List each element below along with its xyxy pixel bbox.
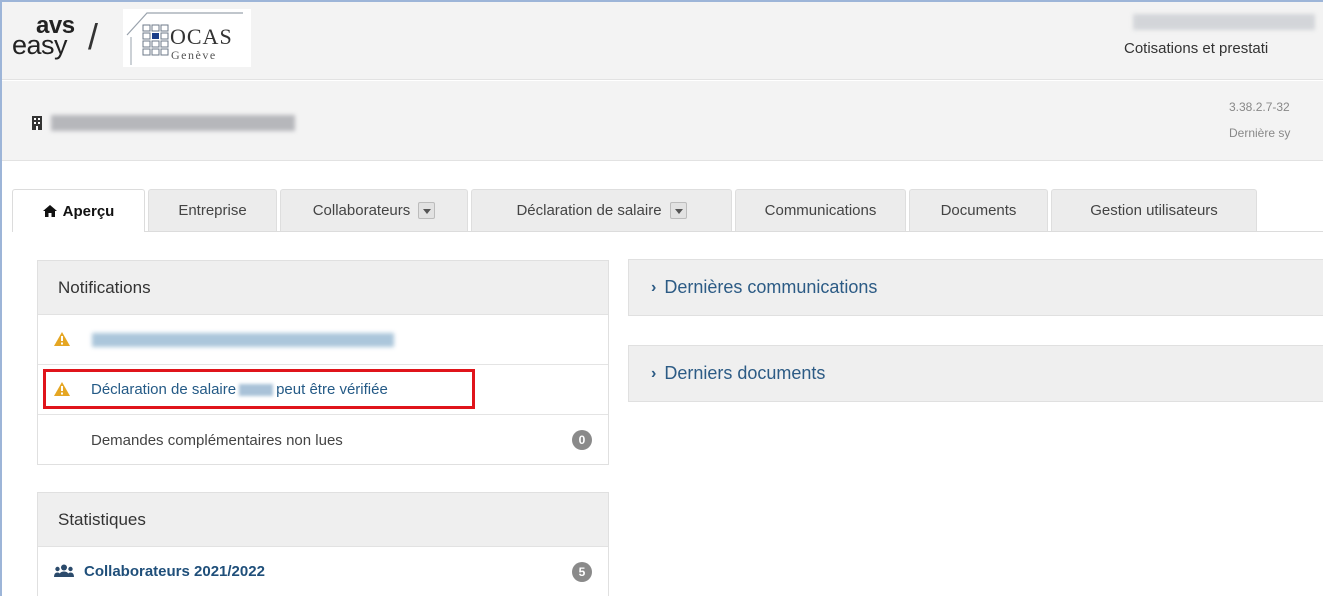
ocas-logo-text: OCAS xyxy=(170,24,233,49)
app-header: avs easy / OCAS Genève Cotisations et pr… xyxy=(2,2,1323,80)
tab-label: Documents xyxy=(940,202,1017,219)
panel-title: Derniers documents xyxy=(664,363,826,383)
building-icon xyxy=(32,116,42,130)
statistics-header: Statistiques xyxy=(38,493,608,547)
tab-label: Déclaration de salaire xyxy=(516,202,662,219)
notification-text-redacted[interactable] xyxy=(92,333,394,347)
statistics-item[interactable]: Collaborateurs 2021/2022 5 xyxy=(38,547,608,596)
app-window: avs easy / OCAS Genève Cotisations et pr… xyxy=(0,0,1323,596)
tab-entreprise[interactable]: Entreprise xyxy=(148,189,277,231)
notification-label: Demandes complémentaires non lues xyxy=(91,432,343,449)
tab-label: Entreprise xyxy=(178,202,247,219)
logo-separator: / xyxy=(88,16,99,57)
users-icon xyxy=(54,564,74,577)
tab-label: Communications xyxy=(764,202,877,219)
notifications-panel: Notifications Déclaration de salaire peut… xyxy=(37,260,609,465)
chevron-down-icon[interactable] xyxy=(418,202,436,219)
tab-communications[interactable]: Communications xyxy=(735,189,906,231)
header-subtitle: Cotisations et prestati xyxy=(1124,40,1269,57)
ocas-geneve-logo[interactable]: OCAS Genève xyxy=(123,9,251,67)
latest-communications-panel[interactable]: › Dernières communications xyxy=(628,259,1323,316)
tab-collaborateurs[interactable]: Collaborateurs xyxy=(280,189,468,231)
avs-easy-logo[interactable]: avs easy xyxy=(12,8,92,70)
tab-gestion-utilisateurs[interactable]: Gestion utilisateurs xyxy=(1051,189,1257,231)
notification-item[interactable]: Demandes complémentaires non lues 0 xyxy=(38,415,608,465)
chevron-right-icon: › xyxy=(651,364,657,382)
tab-apercu[interactable]: Aperçu xyxy=(12,189,145,232)
warning-icon xyxy=(54,332,70,346)
tab-documents[interactable]: Documents xyxy=(909,189,1048,231)
tab-label: Gestion utilisateurs xyxy=(1090,202,1218,219)
user-name-redacted xyxy=(1133,14,1315,30)
count-badge: 0 xyxy=(572,430,592,450)
collaborateurs-stat-link[interactable]: Collaborateurs 2021/2022 xyxy=(84,563,265,580)
tab-declaration-salaire[interactable]: Déclaration de salaire xyxy=(471,189,732,231)
tabs-divider xyxy=(12,231,1323,232)
notifications-header: Notifications xyxy=(38,261,608,315)
ocas-logo-city: Genève xyxy=(171,48,217,62)
app-version: 3.38.2.7-32 xyxy=(1229,100,1290,114)
panel-title: Dernières communications xyxy=(664,277,878,297)
tab-label: Collaborateurs xyxy=(312,202,411,219)
latest-documents-panel[interactable]: › Derniers documents xyxy=(628,345,1323,402)
highlight-annotation xyxy=(43,369,475,409)
chevron-down-icon[interactable] xyxy=(669,202,687,219)
tab-label: Aperçu xyxy=(62,202,115,220)
logo-easy-text: easy xyxy=(12,30,68,60)
count-badge: 5 xyxy=(572,562,592,582)
last-sync: Dernière sy xyxy=(1229,126,1291,140)
notification-item[interactable] xyxy=(38,315,608,365)
chevron-right-icon: › xyxy=(651,278,657,296)
statistics-panel: Statistiques Collaborateurs 2021/2022 5 xyxy=(37,492,609,596)
home-icon xyxy=(42,205,57,217)
company-name-redacted xyxy=(51,115,295,131)
